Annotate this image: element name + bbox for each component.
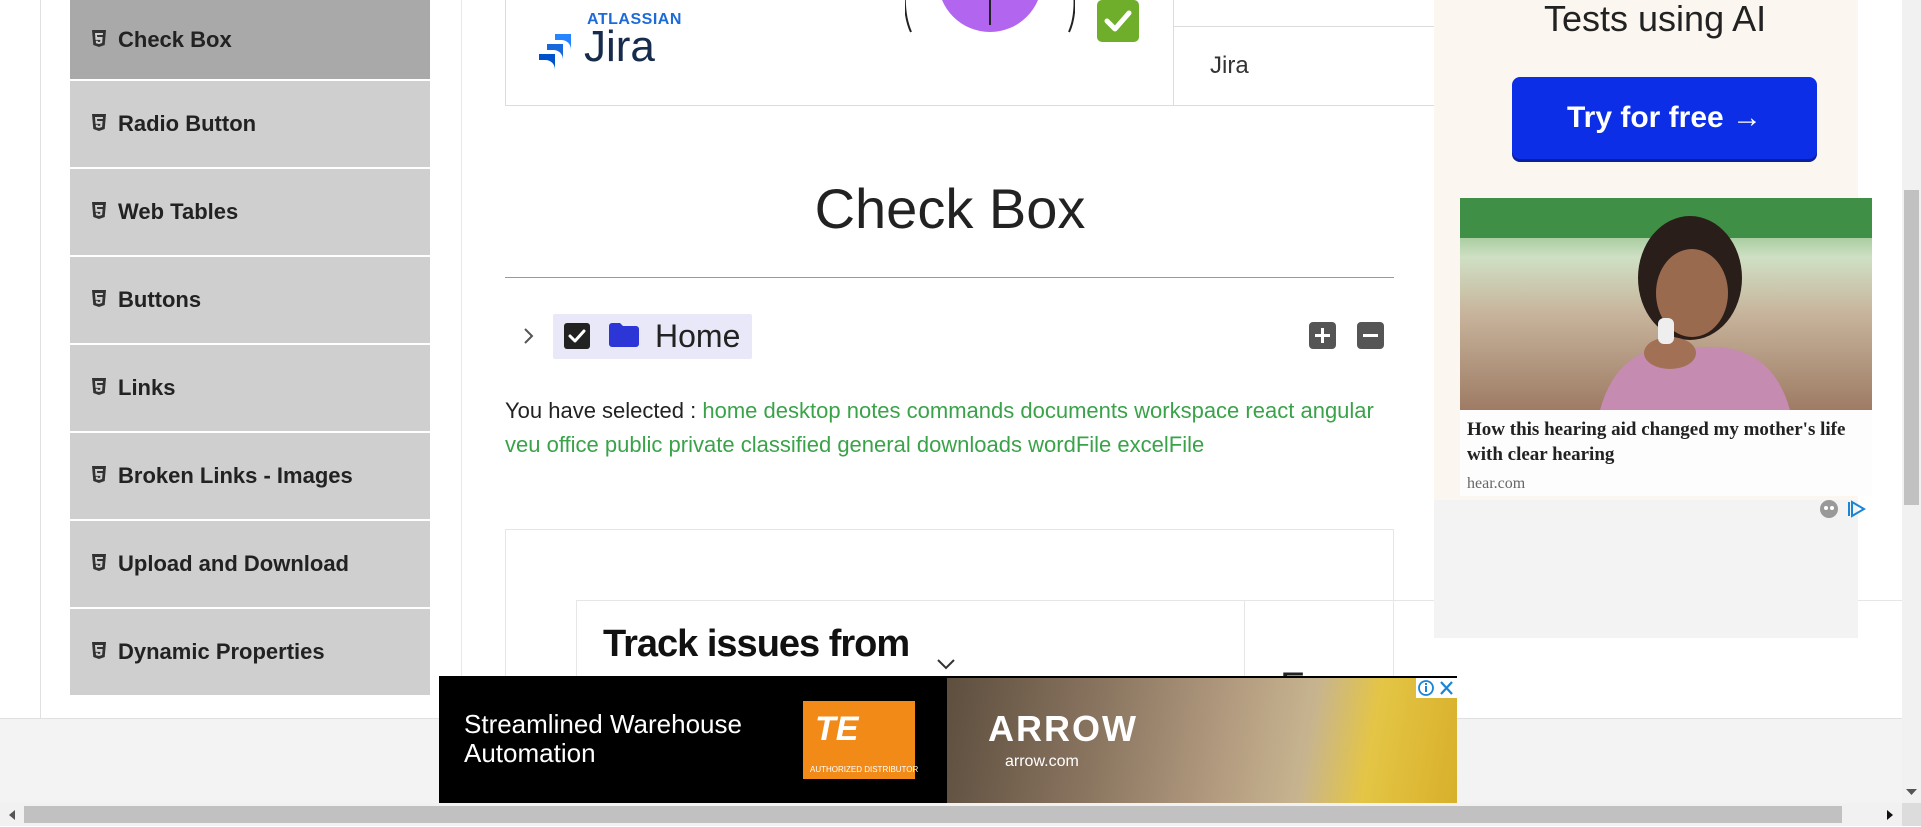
sidebar-item-upload-download[interactable]: Upload and Download (70, 521, 430, 609)
scroll-down-arrow-icon[interactable] (1903, 785, 1920, 799)
html5-icon (92, 290, 108, 310)
selected-item: veu (505, 432, 541, 457)
selected-item: downloads (916, 432, 1023, 457)
jira-label: Jira (1210, 52, 1249, 79)
selected-item: private (668, 432, 735, 457)
sidebar-item-dynamic-properties[interactable]: Dynamic Properties (70, 609, 430, 697)
sidebar-item-label: Links (118, 375, 176, 400)
selected-item: angular (1300, 398, 1374, 423)
selected-item: workspace (1134, 398, 1240, 423)
html5-icon (92, 466, 108, 486)
selected-item: home (702, 398, 758, 423)
sidebar-item-label: Check Box (118, 26, 232, 52)
sidebar-item-label: Web Tables (118, 199, 239, 224)
banner-line: Automation (464, 738, 596, 768)
selected-item: general (837, 432, 911, 457)
jira-logo-icon (533, 32, 573, 79)
jira-wordmark: Jira (584, 22, 655, 71)
tree-node-label: Home (655, 318, 741, 354)
adchoices-icon[interactable] (1818, 498, 1870, 525)
vertical-scroll-thumb[interactable] (1904, 190, 1919, 505)
banner-text: Streamlined Warehouse Automation (464, 710, 742, 768)
ad-source: hear.com (1467, 475, 1526, 492)
sidebar-item-radio-button[interactable]: Radio Button (70, 81, 430, 169)
expand-chevron-icon[interactable] (520, 324, 538, 348)
banner-line: Streamlined Warehouse (464, 709, 742, 739)
sidebar-item-label: Radio Button (118, 111, 257, 136)
selected-item: classified (740, 432, 832, 457)
selected-item: office (546, 432, 599, 457)
selected-item: wordFile (1028, 432, 1112, 457)
sidebar-item-broken-links[interactable]: Broken Links - Images (70, 433, 430, 521)
sidebar-item-label: Dynamic Properties (118, 639, 325, 664)
arrow-logo: ARROW (988, 708, 1138, 749)
sidebar-item-web-tables[interactable]: Web Tables (70, 169, 430, 257)
sidebar-item-check-box[interactable]: Check Box (70, 0, 430, 81)
sidebar-border (40, 0, 41, 718)
divider (1173, 0, 1174, 106)
arrow-url: arrow.com (1005, 753, 1079, 770)
ad-headline: Track issues from (603, 623, 910, 665)
ad-background (1434, 500, 1858, 638)
scroll-right-arrow-icon[interactable] (1884, 808, 1896, 827)
result-prefix: You have selected : (505, 398, 697, 423)
sidebar-item-label: Broken Links - Images (118, 463, 353, 488)
ad-headline: Tests using AI (1544, 0, 1767, 39)
ad-caption[interactable]: How this hearing aid changed my mother's… (1467, 417, 1867, 467)
folder-icon (609, 323, 639, 352)
divider (1174, 26, 1435, 27)
te-logo-text: TE (815, 710, 859, 748)
ad-illustration (903, 0, 1076, 41)
sidebar-border-right (461, 0, 462, 718)
collapse-all-button[interactable] (1357, 322, 1384, 349)
sidebar-item-label: Buttons (118, 287, 202, 312)
selected-item: notes (846, 398, 901, 423)
selected-item: documents (1020, 398, 1129, 423)
te-logo-subtext: AUTHORIZED DISTRIBUTOR (810, 765, 919, 774)
sidebar-item-label: Upload and Download (118, 551, 349, 576)
selection-result: You have selected : home desktop notes c… (505, 394, 1395, 462)
scrollbar-corner (1902, 803, 1921, 826)
html5-icon (92, 642, 108, 662)
html5-icon (92, 29, 108, 50)
check-badge-icon (1097, 0, 1139, 47)
selected-item: desktop (763, 398, 841, 423)
sidebar-item-links[interactable]: Links (70, 345, 430, 433)
selected-item: public (604, 432, 663, 457)
expand-all-button[interactable] (1309, 322, 1336, 349)
html5-icon (92, 202, 108, 222)
chevron-down-icon[interactable] (936, 657, 956, 676)
ad-image[interactable] (1460, 198, 1872, 410)
scroll-left-arrow-icon[interactable] (6, 808, 18, 827)
sidebar-menu: Check Box Radio Button Web Tables Button… (70, 0, 430, 697)
selected-item: excelFile (1117, 432, 1205, 457)
try-for-free-button[interactable]: Try for free → (1512, 77, 1817, 159)
divider (505, 277, 1394, 278)
html5-icon (92, 378, 108, 398)
html5-icon (92, 114, 108, 134)
page-title: Check Box (814, 177, 1086, 240)
home-checkbox[interactable] (564, 323, 590, 349)
horizontal-scroll-thumb[interactable] (24, 806, 1842, 823)
html5-icon (92, 554, 108, 574)
sidebar-item-buttons[interactable]: Buttons (70, 257, 430, 345)
selected-item: commands (906, 398, 1015, 423)
selected-item: react (1245, 398, 1295, 423)
ad-close-button[interactable] (1416, 678, 1457, 698)
